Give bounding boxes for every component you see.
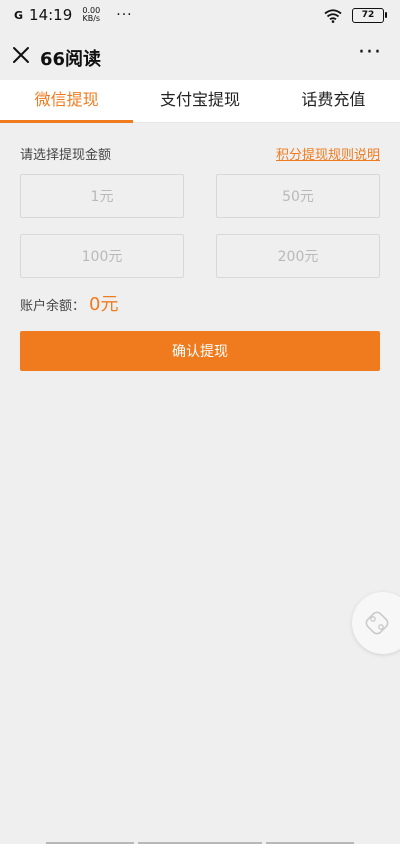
- tab-alipay-withdraw[interactable]: 支付宝提现: [133, 80, 266, 122]
- network-speed: 0.00 KB/s: [78, 7, 104, 23]
- status-time: 14:19: [29, 6, 73, 24]
- amount-option-50[interactable]: 50元: [216, 174, 380, 218]
- wifi-icon: [324, 8, 342, 23]
- status-bar: G 14:19 0.00 KB/s ··· 72: [0, 0, 400, 32]
- tab-wechat-withdraw[interactable]: 微信提现: [0, 80, 134, 123]
- amount-option-100[interactable]: 100元: [20, 234, 184, 278]
- status-left: G 14:19 0.00 KB/s ···: [14, 6, 133, 24]
- battery-icon: 72: [352, 8, 387, 23]
- page-title: 66阅读: [40, 49, 102, 70]
- tab-bar: 微信提现 支付宝提现 话费充值: [0, 80, 400, 123]
- close-icon[interactable]: [10, 44, 32, 66]
- tab-phone-recharge[interactable]: 话费充值: [267, 80, 400, 122]
- confirm-withdraw-button[interactable]: 确认提现: [20, 331, 380, 371]
- withdraw-label-row: 请选择提现金额 积分提现规则说明: [20, 144, 380, 163]
- balance-label: 账户余额：: [20, 299, 86, 314]
- withdraw-header: 请选择提现金额 积分提现规则说明: [20, 144, 380, 163]
- amount-options: 1元 50元 100元 200元: [20, 174, 380, 278]
- amount-option-1[interactable]: 1元: [20, 174, 184, 218]
- network-speed-unit: KB/s: [82, 14, 101, 23]
- status-right: 72: [324, 8, 387, 23]
- title-bar: 66阅读 ···: [0, 32, 400, 80]
- floating-ball-glyph: [365, 611, 389, 635]
- status-overflow-dots: ···: [116, 7, 133, 23]
- more-icon[interactable]: ···: [358, 42, 382, 64]
- rules-link[interactable]: 积分提现规则说明: [276, 144, 380, 163]
- select-amount-label: 请选择提现金额: [20, 147, 112, 163]
- floating-ball-icon[interactable]: [352, 592, 400, 654]
- account-balance: 账户余额： 0元: [20, 290, 118, 316]
- signal-indicator: G: [14, 8, 24, 22]
- amount-option-200[interactable]: 200元: [216, 234, 380, 278]
- balance-value: 0元: [89, 294, 119, 315]
